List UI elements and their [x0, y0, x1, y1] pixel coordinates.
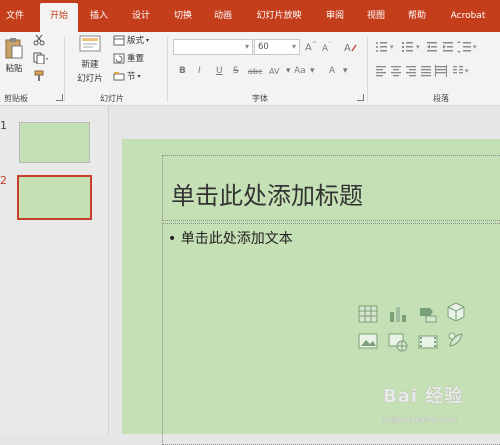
tab-animations[interactable]: 动画 [208, 0, 238, 32]
distributed-icon [435, 65, 447, 77]
chevron-down-icon[interactable]: ▾ [343, 66, 348, 76]
chart-icon[interactable] [388, 304, 408, 324]
video-icon[interactable] [418, 332, 438, 352]
numbering-icon [402, 42, 413, 52]
baidu-watermark: Bai 经验 jingyan.baidu.com [383, 382, 498, 432]
svg-text:▾: ▾ [416, 43, 420, 51]
underline-button[interactable]: U [216, 66, 223, 76]
reset-icon [113, 53, 125, 63]
section-button[interactable]: 节 ▾ [113, 70, 141, 82]
paragraph-group-label: 段落 [433, 94, 449, 103]
chevron-down-icon: ▾ [137, 72, 141, 80]
clipboard-group-label: 剪贴板 [4, 94, 28, 103]
align-right-icon [406, 66, 416, 77]
slide-thumbnail-1[interactable] [19, 122, 90, 163]
slide-thumbnail-2[interactable] [17, 175, 92, 220]
font-size-value: 60 [258, 42, 269, 52]
format-painter-icon[interactable] [33, 70, 45, 82]
tab-acrobat[interactable]: Acrobat [443, 0, 493, 32]
tab-slideshow[interactable]: 幻灯片放映 [251, 0, 307, 32]
increase-indent-icon [443, 42, 453, 52]
justify-icon [421, 66, 431, 77]
chevron-down-icon[interactable]: ▾ [310, 66, 315, 76]
paste-label: 粘贴 [5, 64, 23, 74]
svg-text:▾: ▾ [390, 43, 394, 51]
font-color-button[interactable]: A [329, 66, 335, 76]
new-slide-button[interactable]: 新建 幻灯片 [72, 34, 108, 84]
tab-home[interactable]: 开始 [40, 3, 78, 35]
line-spacing-icon [457, 41, 471, 53]
paste-icon [5, 38, 23, 59]
columns-icon [453, 66, 463, 74]
reset-button[interactable]: 重置 [113, 52, 144, 64]
section-label: 节 [127, 72, 136, 82]
font-size-field[interactable]: 60 ▾ [254, 39, 300, 55]
group-divider [64, 36, 65, 102]
group-divider [167, 36, 168, 102]
font-name-field[interactable]: ▾ [173, 39, 253, 55]
table-icon[interactable] [358, 304, 378, 324]
bold-button[interactable]: B [179, 66, 186, 76]
layout-icon [113, 35, 125, 45]
title-placeholder-text: 单击此处添加标题 [171, 182, 363, 210]
ribbon: 粘贴 剪贴板 新建 幻灯片 版式 ▾ 重置 节 ▾ 幻灯片 ▾ 60 ▾ A^ … [0, 32, 500, 106]
align-left-icon [376, 66, 386, 77]
character-spacing-button[interactable]: AV [269, 67, 279, 76]
increase-font-size-icon[interactable]: A^ [305, 41, 317, 53]
layout-label: 版式 [127, 36, 145, 46]
paragraph-row1-icons: ▾ ▾ ▾ [376, 41, 477, 53]
tab-design[interactable]: 设计 [126, 0, 156, 32]
italic-button[interactable]: I [198, 66, 201, 76]
clear-formatting-icon[interactable]: A [344, 41, 358, 53]
chevron-down-icon: ▾ [146, 36, 150, 44]
change-case-chevron[interactable]: ▾ [286, 66, 291, 76]
copy-icon[interactable] [33, 52, 49, 64]
svg-text:▾: ▾ [473, 43, 477, 51]
new-slide-icon [79, 35, 101, 52]
shadow-button[interactable]: S [233, 66, 239, 76]
paste-button[interactable]: 粘贴 [3, 36, 25, 74]
svg-text:A: A [344, 43, 351, 53]
reset-label: 重置 [127, 54, 145, 64]
chevron-down-icon: ▾ [244, 42, 249, 51]
new-slide-label-1: 新建 [81, 60, 99, 70]
picture-icon[interactable] [358, 332, 378, 352]
bullets-icon [376, 42, 387, 52]
3d-model-icon[interactable] [446, 302, 466, 322]
decrease-font-size-icon[interactable]: Aˇ [322, 42, 331, 54]
tab-transitions[interactable]: 切换 [168, 0, 198, 32]
watermark-main-text: Bai 经验 [383, 386, 464, 407]
watermark-url-text: jingyan.baidu.com [383, 415, 457, 424]
paragraph-row2-icons: ▾ [376, 65, 469, 77]
slide-thumbnail-pane: 1 2 [0, 106, 109, 434]
tab-help[interactable]: 帮助 [402, 0, 432, 32]
font-launcher[interactable] [357, 94, 364, 101]
decrease-indent-icon [427, 42, 437, 52]
ribbon-tab-bar: 文件 开始 插入 设计 切换 动画 幻灯片放映 审阅 视图 帮助 Acrobat [0, 0, 500, 35]
svg-text:▾: ▾ [465, 67, 469, 75]
cut-icon[interactable] [33, 34, 45, 46]
layout-button[interactable]: 版式 ▾ [113, 34, 149, 46]
tab-review[interactable]: 审阅 [320, 0, 350, 32]
thumbnail-number: 2 [0, 174, 7, 187]
group-divider [367, 36, 368, 102]
content-placeholder-text: • 单击此处添加文本 [168, 231, 293, 247]
new-slide-label-2: 幻灯片 [77, 74, 103, 84]
align-center-icon [391, 66, 401, 77]
change-case-button[interactable]: Aa [294, 66, 306, 76]
tab-insert[interactable]: 插入 [84, 0, 114, 32]
tab-view[interactable]: 视图 [361, 0, 391, 32]
font-group-label: 字体 [252, 94, 268, 103]
title-placeholder[interactable]: 单击此处添加标题 [162, 155, 500, 221]
tab-file[interactable]: 文件 [2, 0, 28, 32]
clipboard-launcher[interactable] [56, 94, 63, 101]
icons-icon[interactable] [446, 330, 466, 350]
smartart-icon[interactable] [418, 304, 438, 324]
thumbnail-number: 1 [0, 119, 7, 132]
slides-group-label: 幻灯片 [100, 94, 124, 103]
strikethrough-button[interactable]: abc [248, 67, 262, 76]
section-icon [113, 71, 125, 80]
chevron-down-icon: ▾ [291, 42, 296, 51]
online-picture-icon[interactable] [388, 332, 408, 352]
